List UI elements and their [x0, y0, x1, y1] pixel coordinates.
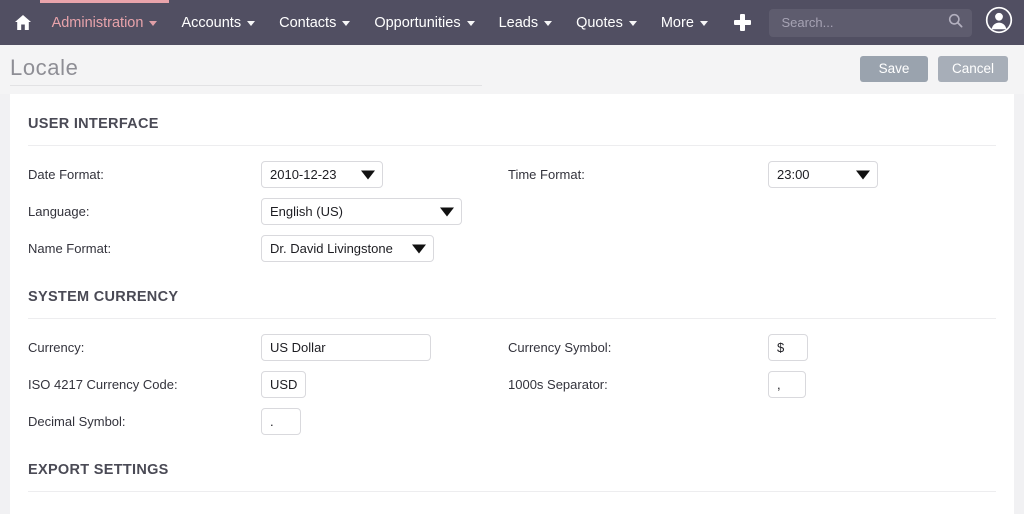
field-language: Language: English (US) — [28, 198, 508, 225]
title-divider — [10, 85, 482, 86]
date-format-value: 2010-12-23 — [270, 167, 337, 182]
user-avatar-icon — [985, 6, 1013, 39]
header-action-buttons: Save Cancel — [859, 55, 1008, 84]
nav-label-accounts: Accounts — [181, 14, 242, 31]
label-iso-code: ISO 4217 Currency Code: — [28, 377, 178, 392]
thousands-separator-input[interactable] — [768, 371, 806, 398]
field-currency-symbol: Currency Symbol: — [508, 334, 808, 361]
time-format-value: 23:00 — [777, 167, 810, 182]
row-decimal-symbol: Decimal Symbol: — [28, 403, 996, 440]
field-name-format: Name Format: Dr. David Livingstone — [28, 235, 508, 262]
field-decimal-symbol: Decimal Symbol: — [28, 408, 508, 435]
home-icon — [14, 14, 32, 31]
search-input[interactable] — [781, 15, 943, 30]
row-language: Language: English (US) — [28, 193, 996, 230]
language-select[interactable]: English (US) — [261, 198, 462, 225]
time-format-select[interactable]: 23:00 — [768, 161, 878, 188]
field-currency: Currency: — [28, 334, 508, 361]
page-title: Locale — [10, 54, 79, 80]
system-currency-fields: Currency: Currency Symbol: ISO 4217 Curr… — [28, 319, 996, 440]
chevron-down-icon — [361, 170, 375, 179]
section-title-export-settings: EXPORT SETTINGS — [28, 440, 996, 492]
chevron-down-icon — [149, 21, 158, 26]
field-1000s-separator: 1000s Separator: — [508, 371, 806, 398]
label-currency: Currency: — [28, 340, 85, 355]
name-format-value: Dr. David Livingstone — [270, 241, 393, 256]
chevron-down-icon — [247, 21, 256, 26]
chevron-down-icon — [699, 21, 708, 26]
top-navigation-bar: Administration Accounts Contacts Opportu… — [0, 0, 1024, 45]
user-avatar-button[interactable] — [984, 6, 1014, 39]
global-search[interactable] — [769, 8, 973, 37]
field-iso-code: ISO 4217 Currency Code: — [28, 371, 508, 398]
name-format-select[interactable]: Dr. David Livingstone — [261, 235, 434, 262]
search-icon[interactable] — [948, 13, 963, 33]
currency-symbol-input[interactable] — [768, 334, 808, 361]
chevron-down-icon — [856, 170, 870, 179]
decimal-symbol-input[interactable] — [261, 408, 301, 435]
nav-label-administration: Administration — [51, 14, 144, 31]
language-value: English (US) — [270, 204, 343, 219]
chevron-down-icon — [628, 21, 637, 26]
plus-icon — [734, 14, 752, 31]
nav-item-contacts[interactable]: Contacts — [267, 0, 362, 45]
chevron-down-icon — [544, 21, 553, 26]
row-name-format: Name Format: Dr. David Livingstone — [28, 230, 996, 267]
chevron-down-icon — [440, 207, 454, 216]
chevron-down-icon — [342, 21, 351, 26]
label-time-format: Time Format: — [508, 167, 585, 182]
save-button[interactable]: Save — [859, 55, 928, 82]
section-title-user-interface: USER INTERFACE — [28, 94, 996, 146]
label-currency-symbol: Currency Symbol: — [508, 340, 612, 355]
row-date-time-format: Date Format: 2010-12-23 Time Format: 23:… — [28, 156, 996, 193]
label-date-format: Date Format: — [28, 167, 104, 182]
nav-item-accounts[interactable]: Accounts — [169, 0, 267, 45]
nav-label-leads: Leads — [498, 14, 539, 31]
nav-label-more: More — [660, 14, 694, 31]
nav-item-more[interactable]: More — [649, 0, 720, 45]
field-time-format: Time Format: 23:00 — [508, 161, 878, 188]
nav-label-opportunities: Opportunities — [374, 14, 461, 31]
field-date-format: Date Format: 2010-12-23 — [28, 161, 508, 188]
user-interface-fields: Date Format: 2010-12-23 Time Format: 23:… — [28, 146, 996, 267]
nav-item-quotes[interactable]: Quotes — [564, 0, 649, 45]
page-header: Locale Save Cancel — [0, 45, 1024, 94]
nav-item-leads[interactable]: Leads — [487, 0, 565, 45]
label-decimal-symbol: Decimal Symbol: — [28, 414, 126, 429]
home-button[interactable] — [6, 0, 40, 45]
settings-panel: USER INTERFACE Date Format: 2010-12-23 T… — [10, 94, 1014, 514]
nav-item-opportunities[interactable]: Opportunities — [362, 0, 486, 45]
row-currency: Currency: Currency Symbol: — [28, 329, 996, 366]
currency-input[interactable] — [261, 334, 431, 361]
quick-create-button[interactable] — [726, 0, 760, 45]
chevron-down-icon — [412, 244, 426, 253]
label-1000s-separator: 1000s Separator: — [508, 377, 608, 392]
label-name-format: Name Format: — [28, 241, 112, 256]
iso-currency-code-input[interactable] — [261, 371, 306, 398]
chevron-down-icon — [466, 21, 475, 26]
label-language: Language: — [28, 204, 90, 219]
date-format-select[interactable]: 2010-12-23 — [261, 161, 383, 188]
cancel-button[interactable]: Cancel — [937, 55, 1008, 82]
nav-label-contacts: Contacts — [279, 14, 337, 31]
row-iso-separator: ISO 4217 Currency Code: 1000s Separator: — [28, 366, 996, 403]
section-title-system-currency: SYSTEM CURRENCY — [28, 267, 996, 319]
nav-label-quotes: Quotes — [576, 14, 623, 31]
nav-item-administration[interactable]: Administration — [39, 0, 170, 45]
